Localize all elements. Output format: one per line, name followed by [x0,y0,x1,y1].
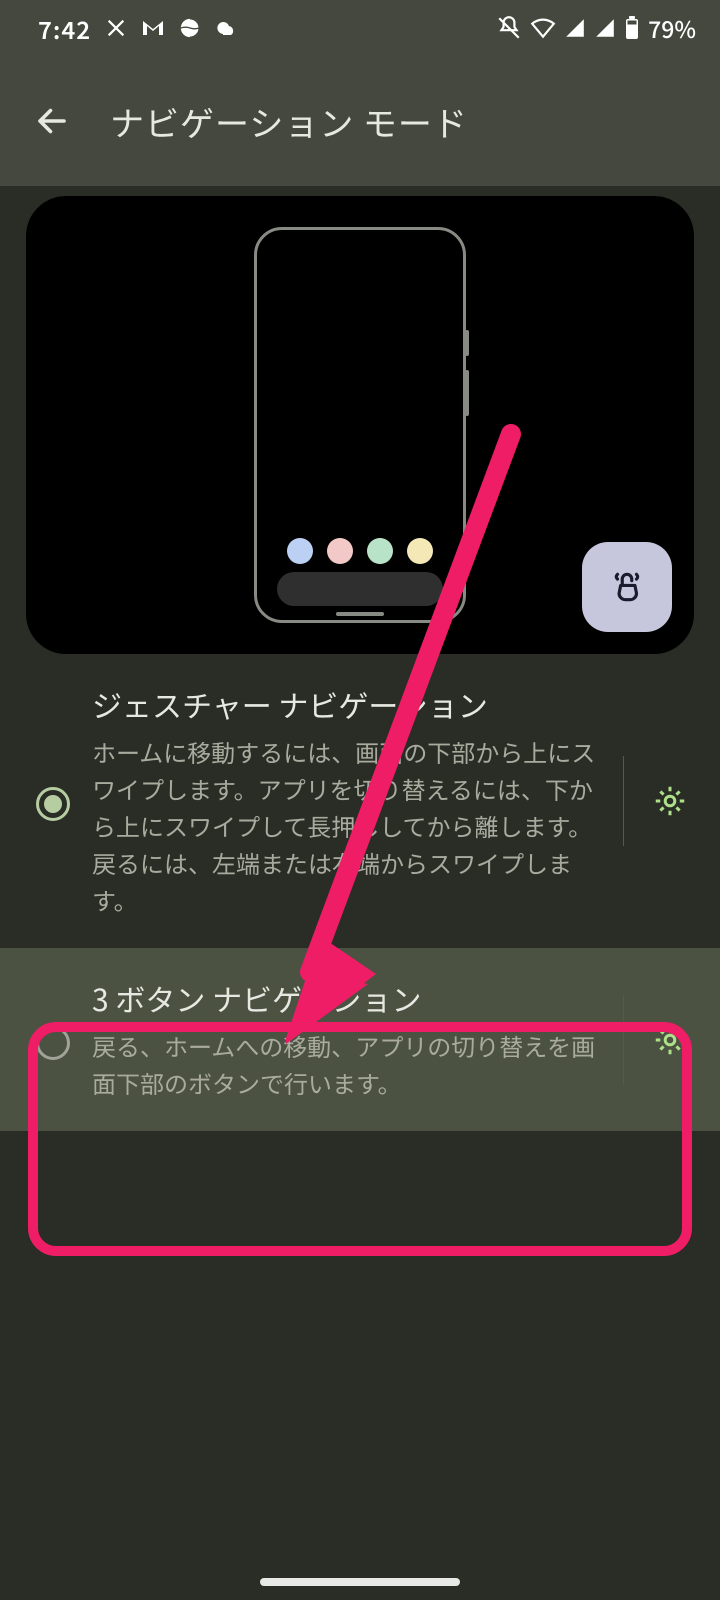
vibrate-icon [496,15,522,41]
signal-icon-2 [594,17,616,39]
preview-play-button[interactable] [582,542,672,632]
battery-percent: 79% [648,11,696,45]
option-description: ホームに移動するには、画面の下部から上にスワイプします。アプリを切り替えるには、… [92,733,599,919]
three-button-settings-button[interactable] [640,1022,700,1058]
navigation-preview [26,196,694,654]
gesture-settings-button[interactable] [640,783,700,819]
gmail-icon [141,18,165,38]
status-clock: 7:42 [38,11,91,46]
dock-app-icon [287,538,313,564]
phone-frame-icon [254,227,466,623]
app-bar: ナビゲーション モード [0,56,720,186]
divider [623,995,624,1085]
dock-app-icon [327,538,353,564]
x-app-icon [105,17,127,39]
divider [623,756,624,846]
option-title: ジェスチャー ナビゲーション [92,684,599,725]
cloud-icon [215,18,241,38]
option-description: 戻る、ホームへの移動、アプリの切り替えを画面下部のボタンで行います。 [92,1027,599,1101]
radio-three-button[interactable] [18,1020,88,1060]
status-bar: 7:42 79% [0,0,720,56]
phone-home-indicator-icon [336,612,384,616]
dock-app-icon [367,538,393,564]
dock-app-icon [407,538,433,564]
back-button[interactable] [24,93,80,149]
option-title: 3 ボタン ナビゲーション [92,978,599,1019]
page-title: ナビゲーション モード [110,97,468,146]
radio-gesture[interactable] [18,781,88,821]
signal-icon-1 [564,17,586,39]
battery-icon [624,16,640,40]
ball-icon [179,17,201,39]
wifi-icon [530,17,556,39]
home-indicator[interactable] [260,1578,460,1586]
status-right: 79% [496,11,696,45]
phone-dock-icon [277,572,443,606]
option-gesture-navigation[interactable]: ジェスチャー ナビゲーション ホームに移動するには、画面の下部から上にスワイプし… [0,654,720,948]
option-three-button-navigation[interactable]: 3 ボタン ナビゲーション 戻る、ホームへの移動、アプリの切り替えを画面下部のボ… [0,948,720,1131]
status-left: 7:42 [38,11,241,46]
